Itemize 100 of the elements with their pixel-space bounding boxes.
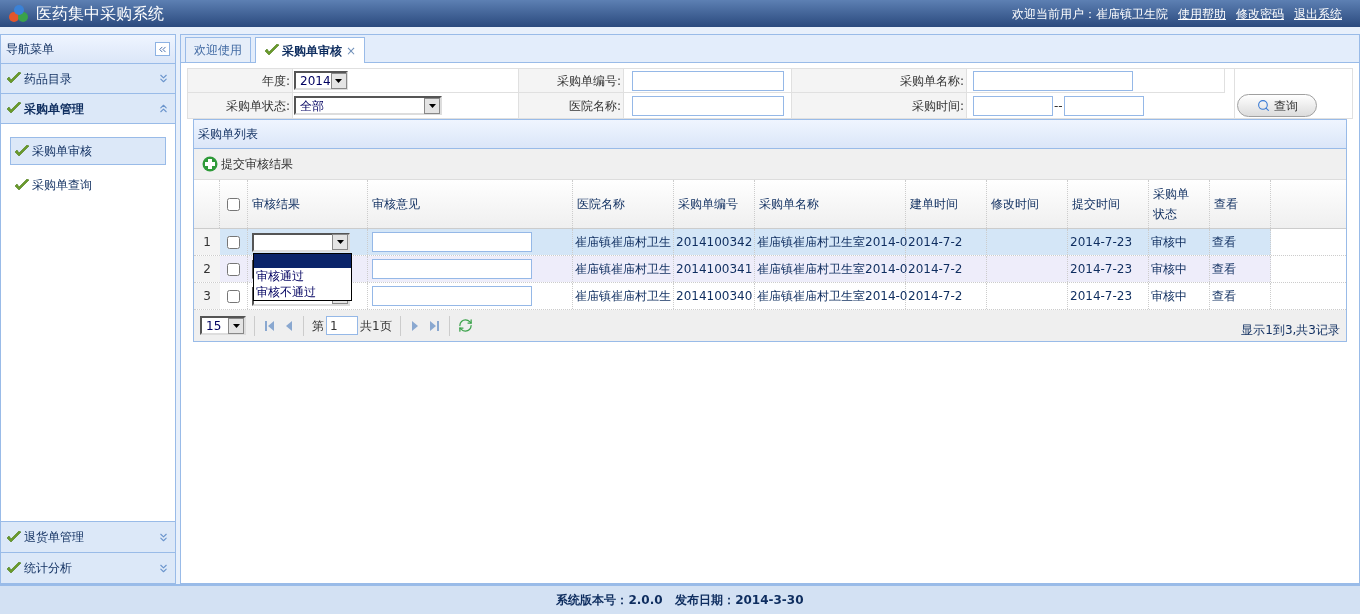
- menu-item[interactable]: 采购单审核: [10, 137, 166, 165]
- collapse-icon[interactable]: [155, 42, 170, 56]
- table-cell-text: 崔庙镇崔庙村卫生: [575, 261, 671, 278]
- section-label: 药品目录: [24, 70, 72, 88]
- menu-item[interactable]: 采购单查询: [10, 171, 166, 199]
- row-checkbox[interactable]: [227, 289, 240, 303]
- accordion-header[interactable]: 药品目录: [1, 64, 175, 94]
- page-field[interactable]: 1: [326, 316, 358, 335]
- collapse-icon[interactable]: [157, 102, 170, 115]
- header-link[interactable]: 修改密码: [1236, 4, 1284, 23]
- expand-icon[interactable]: [157, 72, 170, 85]
- sidebar-title: 导航菜单: [6, 41, 54, 58]
- page-size-select[interactable]: 15: [200, 316, 246, 335]
- field-label: 采购单状态:: [188, 93, 293, 118]
- page-total: 共1页: [360, 317, 392, 335]
- table-cell-text: 2014-7-2: [908, 261, 963, 278]
- input-field[interactable]: [973, 95, 1053, 116]
- search-icon: [1256, 99, 1270, 112]
- table-cell-text: 崔庙镇崔庙村卫生: [575, 288, 671, 305]
- dropdown-option[interactable]: 审核不通过: [254, 284, 351, 300]
- view-link[interactable]: 查看: [1212, 233, 1236, 251]
- table-cell-text: 审核中: [1151, 288, 1187, 305]
- column-header: 医院名称: [577, 196, 625, 213]
- column-header: 审核结果: [252, 196, 300, 213]
- table-cell-text: 审核中: [1151, 234, 1187, 251]
- row-number: 1: [194, 229, 220, 255]
- table-cell-text: 2014-7-2: [908, 234, 963, 251]
- section-label: 统计分析: [24, 560, 72, 577]
- grid-title: 采购单列表: [198, 126, 258, 143]
- section-label: 退货单管理: [24, 529, 84, 546]
- field-label: 医院名称:: [519, 93, 624, 118]
- column-header: 查看: [1214, 196, 1238, 213]
- input-field[interactable]: [973, 70, 1133, 91]
- input-field[interactable]: [632, 70, 784, 91]
- table-cell-text: 2014100340: [676, 288, 753, 305]
- view-link[interactable]: 查看: [1212, 287, 1236, 305]
- table-cell-text: 审核中: [1151, 261, 1187, 278]
- close-icon[interactable]: ×: [346, 41, 357, 60]
- status-select[interactable]: 全部: [294, 96, 442, 115]
- check-icon: [6, 530, 22, 544]
- footer-text: 系统版本号：2.0.0 发布日期：2014-3-30: [556, 592, 804, 609]
- tab[interactable]: 欢迎使用: [185, 37, 251, 62]
- check-icon: [6, 72, 22, 85]
- table-cell-text: 2014-7-23: [1070, 261, 1133, 278]
- column-header: 提交时间: [1072, 196, 1120, 213]
- column-header: 采购单编号: [678, 196, 738, 213]
- field-label: 采购单名称:: [792, 69, 967, 93]
- field-label: 采购时间:: [792, 93, 967, 118]
- column-header: 建单时间: [910, 196, 958, 213]
- check-icon: [14, 144, 30, 158]
- year-select[interactable]: 2014: [294, 71, 348, 90]
- pager-summary: 显示1到3,共3记录: [1241, 322, 1340, 339]
- column-header: 审核意见: [372, 196, 420, 213]
- row-number: 3: [194, 283, 220, 309]
- query-button[interactable]: 查询: [1237, 94, 1317, 117]
- row-number: 2: [194, 256, 220, 282]
- check-icon: [6, 102, 22, 115]
- table-cell-text: 崔庙镇崔庙村卫生室2014-0: [757, 234, 908, 251]
- input-field[interactable]: [1063, 95, 1144, 116]
- column-header: 采购单状态: [1153, 186, 1190, 223]
- welcome-text: 欢迎当前用户：崔庙镇卫生院: [1012, 5, 1168, 23]
- table-cell-text: 崔庙镇崔庙村卫生室2014-0: [757, 288, 908, 305]
- submit-review-button[interactable]: 提交审核结果: [202, 155, 293, 173]
- table-cell-text: 2014100342: [676, 234, 753, 251]
- check-icon: [6, 561, 22, 575]
- header-link[interactable]: 退出系统: [1294, 4, 1342, 23]
- input-field[interactable]: [632, 95, 784, 116]
- accordion-header[interactable]: 统计分析: [1, 552, 175, 583]
- refresh-icon[interactable]: [457, 318, 473, 333]
- comment-field[interactable]: [372, 259, 532, 279]
- select-all-checkbox[interactable]: [227, 197, 240, 211]
- logo-icon: [8, 3, 30, 24]
- table-cell-text: 崔庙镇崔庙村卫生室2014-0: [757, 261, 908, 278]
- table-cell-text: 2014-7-23: [1070, 288, 1133, 305]
- section-label: 采购单管理: [24, 100, 84, 118]
- column-header: 采购单名称: [759, 196, 819, 213]
- field-label: 采购单编号:: [519, 69, 624, 93]
- check-icon: [14, 178, 30, 192]
- view-link[interactable]: 查看: [1212, 260, 1236, 278]
- plus-icon: [202, 156, 218, 172]
- dropdown-option[interactable]: 审核通过: [254, 268, 351, 284]
- row-checkbox[interactable]: [227, 262, 240, 276]
- range-separator: --: [1054, 97, 1063, 115]
- table-cell-text: 2014-7-2: [908, 288, 963, 305]
- table-cell-text: 崔庙镇崔庙村卫生: [575, 234, 671, 251]
- column-header: 修改时间: [991, 196, 1039, 213]
- page-label: 第: [312, 317, 324, 335]
- row-checkbox[interactable]: [227, 235, 240, 249]
- first-page-icon[interactable]: [263, 319, 275, 332]
- comment-field[interactable]: [372, 232, 532, 252]
- accordion-header[interactable]: 采购单管理: [1, 94, 175, 124]
- tab[interactable]: 采购单审核 ×: [255, 37, 366, 63]
- check-icon: [264, 44, 280, 57]
- accordion-header[interactable]: 退货单管理: [1, 521, 175, 552]
- comment-field[interactable]: [372, 286, 532, 306]
- header-link[interactable]: 使用帮助: [1178, 4, 1226, 23]
- app-title: 医药集中采购系统: [36, 2, 164, 25]
- table-cell-text: 2014-7-23: [1070, 234, 1133, 251]
- table-cell-text: 2014100341: [676, 261, 753, 278]
- last-page-icon[interactable]: [428, 319, 441, 332]
